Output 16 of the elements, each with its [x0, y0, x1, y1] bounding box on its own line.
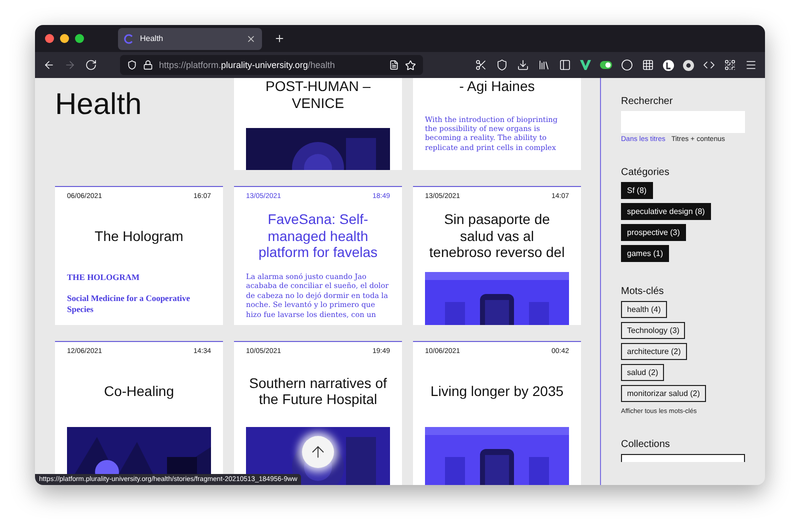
- section-title: Collections: [621, 439, 671, 450]
- card-subheading: Social Medicine for a Cooperative Species: [67, 293, 192, 315]
- page-heading: Health: [55, 88, 142, 122]
- section-title: Mots-clés: [621, 286, 665, 297]
- url-text: https://platform.plurality-university.org/health: [159, 60, 336, 70]
- card-title: Living longer by 2035: [430, 382, 564, 400]
- card-title: Sin pasaporte de salud vas al tenebroso reverso del: [429, 211, 565, 261]
- card-title: The Hologram: [94, 228, 184, 244]
- card-title: POST-HUMAN – VENICE: [265, 78, 370, 111]
- section-title: Catégories: [621, 167, 670, 178]
- card-title: Southern narratives of the Future Hospital: [248, 374, 388, 408]
- card-title: FaveSana: Self-managed health platform for favelas: [257, 211, 379, 261]
- section-title: Rechercher: [621, 96, 674, 107]
- card-subheading: THE HOLOGRAM: [67, 272, 140, 283]
- card-title: - Agi Haines: [459, 78, 535, 94]
- card-title: Co-Healing: [104, 382, 174, 400]
